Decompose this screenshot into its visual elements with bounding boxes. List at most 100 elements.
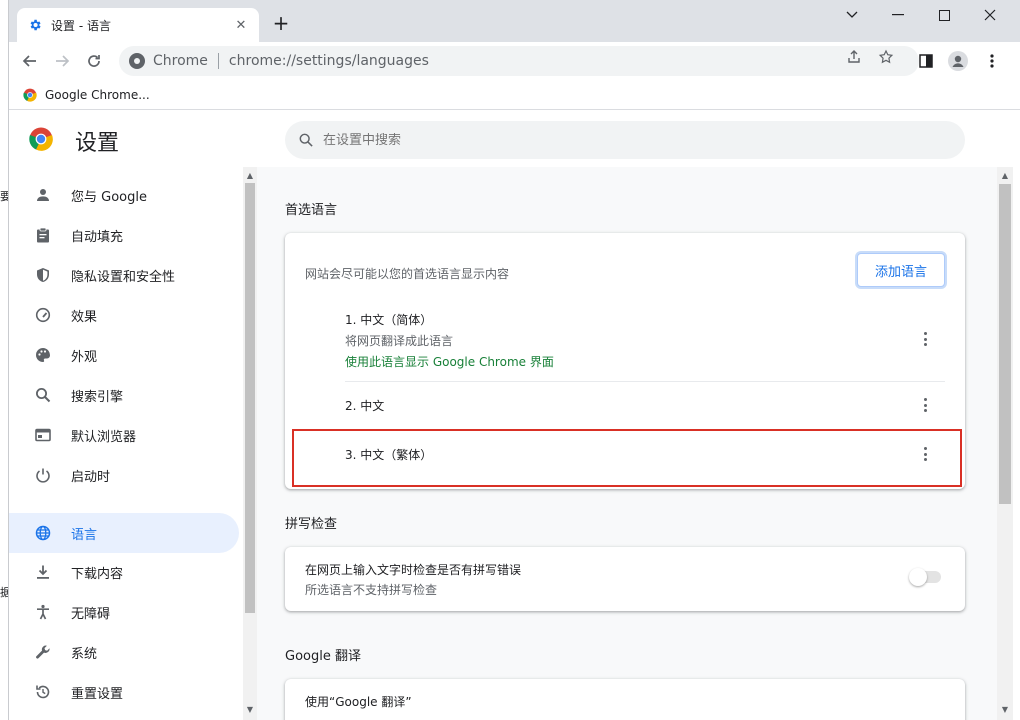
- palette-icon: [33, 345, 53, 365]
- close-window-button[interactable]: [967, 0, 1013, 30]
- main-scrollbar-thumb[interactable]: [999, 184, 1011, 504]
- toolbar: Chrome chrome://settings/languages: [9, 42, 1020, 80]
- chrome-logo-icon: [23, 88, 37, 102]
- address-bar[interactable]: Chrome chrome://settings/languages: [119, 46, 919, 76]
- tab-title: 设置 - 语言: [51, 18, 111, 33]
- reset-icon: [33, 682, 53, 702]
- sidebar-item-label: 无障碍: [71, 606, 111, 622]
- url-text[interactable]: chrome://settings/languages: [229, 53, 429, 69]
- clipboard-icon: [33, 225, 53, 245]
- page-title: 设置: [75, 131, 120, 156]
- language-translate-note: 将网页翻译成此语言: [345, 334, 454, 348]
- chrome-logo-icon: [29, 127, 53, 151]
- language-ui-display-link[interactable]: 使用此语言显示 Google Chrome 界面: [345, 353, 945, 370]
- speedometer-icon: [33, 305, 53, 325]
- sidebar-item-system[interactable]: 系统: [9, 632, 239, 672]
- profile-avatar-icon[interactable]: [945, 48, 971, 74]
- google-translate-card: 使用“Google 翻译”: [285, 679, 965, 720]
- forward-button[interactable]: [49, 48, 75, 74]
- settings-main: 首选语言 网站会尽可能以您的首选语言显示内容 添加语言 1. 中文（简体） 将网…: [257, 167, 997, 720]
- sidebar-item-label: 外观: [71, 349, 98, 365]
- browser-window: 设置 - 语言 ✕ + Chrome chrome://settings/lan…: [8, 0, 1020, 720]
- background-text-fragment: 要: [0, 190, 8, 203]
- spell-check-title: 在网页上输入文字时检查是否有拼写错误: [305, 563, 522, 577]
- preferred-languages-description: 网站会尽可能以您的首选语言显示内容: [305, 267, 510, 281]
- close-icon[interactable]: ✕: [233, 18, 249, 33]
- share-icon[interactable]: [845, 49, 863, 69]
- tab-settings[interactable]: 设置 - 语言 ✕: [17, 8, 259, 42]
- sidebar-item-performance[interactable]: 效果: [9, 295, 239, 335]
- sidebar-item-search-engine[interactable]: 搜索引擎: [9, 375, 239, 415]
- language-name: 1. 中文（简体）: [345, 313, 433, 327]
- wrench-icon: [33, 642, 53, 662]
- sidebar-item-autofill[interactable]: 自动填充: [9, 215, 239, 255]
- highlight-annotation: [292, 429, 962, 487]
- spell-check-toggle[interactable]: [909, 568, 941, 586]
- separator: [217, 53, 219, 69]
- more-actions-icon[interactable]: [917, 395, 933, 415]
- side-panel-icon[interactable]: [913, 48, 939, 74]
- maximize-button[interactable]: [921, 0, 967, 30]
- language-item: 1. 中文（简体） 将网页翻译成此语言 使用此语言显示 Google Chrom…: [345, 311, 945, 370]
- background-window-edge: 要 据: [0, 0, 8, 720]
- sidebar-item-label: 隐私设置和安全性: [71, 269, 176, 285]
- sidebar-item-label: 系统: [71, 646, 98, 662]
- background-text-fragment: 据: [0, 586, 8, 599]
- sidebar-item-label: 语言: [71, 527, 98, 543]
- settings-sidebar: 您与 Google 自动填充 隐私设置和安全性 效果 外观 搜索引擎 默认浏览器: [9, 167, 257, 720]
- sidebar-item-default-browser[interactable]: 默认浏览器: [9, 415, 239, 455]
- download-icon: [33, 562, 53, 582]
- tab-strip: 设置 - 语言 ✕ +: [9, 0, 1020, 42]
- chrome-chip-icon: [129, 53, 145, 69]
- language-item: 2. 中文: [345, 397, 945, 414]
- sidebar-item-you-and-google[interactable]: 您与 Google: [9, 175, 239, 215]
- sidebar-item-label: 启动时: [71, 469, 111, 485]
- sidebar-item-on-startup[interactable]: 启动时: [9, 455, 239, 495]
- sidebar-item-label: 自动填充: [71, 229, 124, 245]
- section-title-preferred-languages: 首选语言: [285, 203, 338, 218]
- language-name: 2. 中文: [345, 399, 385, 413]
- person-icon: [33, 185, 53, 205]
- scroll-down-arrow-icon[interactable]: ▼: [997, 703, 1013, 717]
- sidebar-item-downloads[interactable]: 下载内容: [9, 552, 239, 592]
- section-title-spell-check: 拼写检查: [285, 517, 338, 532]
- search-icon: [299, 133, 313, 147]
- minimize-button[interactable]: [875, 0, 921, 30]
- search-icon: [33, 385, 53, 405]
- bookmark-item[interactable]: Google Chrome...: [23, 88, 150, 102]
- spell-check-card: 在网页上输入文字时检查是否有拼写错误 所选语言不支持拼写检查: [285, 547, 965, 611]
- bookmark-star-icon[interactable]: [877, 49, 895, 69]
- more-actions-icon[interactable]: [917, 329, 933, 349]
- browser-icon: [33, 425, 53, 445]
- add-language-button[interactable]: 添加语言: [857, 253, 945, 287]
- accessibility-icon: [33, 602, 53, 622]
- chip-label: Chrome: [153, 53, 208, 69]
- settings-search[interactable]: [285, 121, 965, 159]
- power-icon: [33, 465, 53, 485]
- back-button[interactable]: [17, 48, 43, 74]
- search-input[interactable]: [323, 132, 923, 148]
- menu-kebab-icon[interactable]: [979, 48, 1005, 74]
- tab-search-button[interactable]: [829, 0, 875, 30]
- sidebar-item-languages[interactable]: 语言: [9, 513, 239, 553]
- sidebar-item-privacy[interactable]: 隐私设置和安全性: [9, 255, 239, 295]
- section-title-google-translate: Google 翻译: [285, 649, 361, 664]
- scroll-up-arrow-icon[interactable]: ▲: [997, 169, 1013, 183]
- sidebar-item-label: 搜索引擎: [71, 389, 124, 405]
- sidebar-item-reset[interactable]: 重置设置: [9, 672, 239, 712]
- bookmark-label: Google Chrome...: [45, 87, 150, 102]
- new-tab-button[interactable]: +: [269, 12, 293, 36]
- scroll-up-arrow-icon[interactable]: ▲: [243, 169, 257, 183]
- shield-icon: [33, 265, 53, 285]
- sidebar-item-accessibility[interactable]: 无障碍: [9, 592, 239, 632]
- sidebar-item-label: 效果: [71, 309, 98, 325]
- spell-check-subtitle: 所选语言不支持拼写检查: [305, 583, 438, 597]
- divider: [345, 381, 945, 382]
- reload-button[interactable]: [81, 48, 107, 74]
- scroll-down-arrow-icon[interactable]: ▼: [243, 703, 257, 717]
- sidebar-scrollbar-thumb[interactable]: [245, 183, 255, 613]
- sidebar-item-label: 默认浏览器: [71, 429, 137, 445]
- sidebar-item-appearance[interactable]: 外观: [9, 335, 239, 375]
- bookmarks-bar: Google Chrome...: [9, 80, 1020, 110]
- sidebar-item-label: 重置设置: [71, 686, 124, 702]
